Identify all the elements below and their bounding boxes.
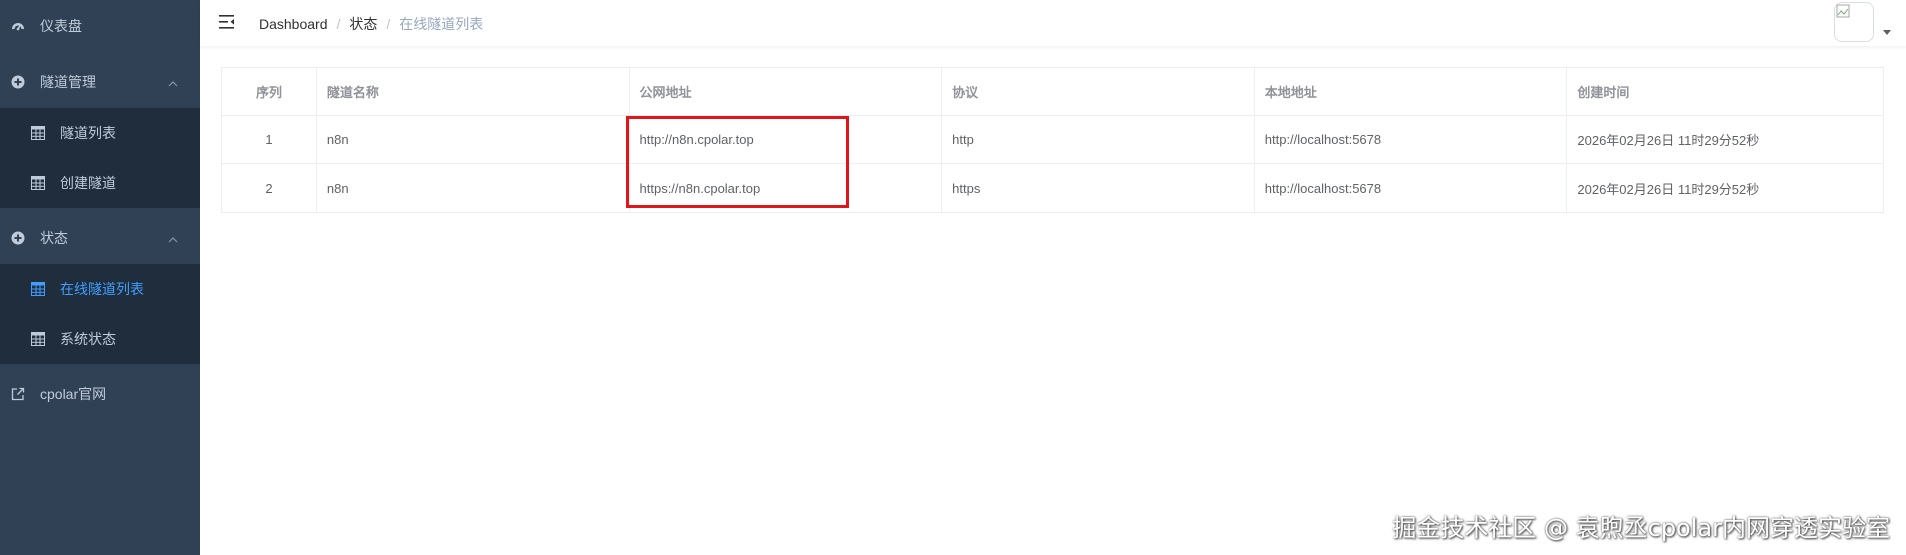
sidebar-item-label: cpolar官网 <box>40 386 107 402</box>
submenu-status: 在线隧道列表 系统状态 <box>0 264 200 364</box>
table-cell-created-time: 2026年02月26日 11时29分52秒 <box>1577 133 1760 148</box>
table-cell-protocol: http <box>942 116 1255 163</box>
column-header: 公网地址 <box>630 68 943 115</box>
chevron-up-icon <box>168 230 178 246</box>
breadcrumb-separator: / <box>336 16 341 32</box>
external-link-icon <box>11 387 25 401</box>
table-cell-name: n8n <box>317 164 630 212</box>
navbar: Dashboard / 状态 / 在线隧道列表 <box>200 0 1906 46</box>
column-header: 序列 <box>222 68 317 115</box>
column-header: 创建时间 <box>1577 85 1630 100</box>
caret-down-icon[interactable] <box>1883 30 1891 35</box>
sidebar-item-system-status[interactable]: 系统状态 <box>0 314 200 364</box>
sidebar-item-online-tunnels[interactable]: 在线隧道列表 <box>0 264 200 314</box>
table-icon <box>31 176 45 190</box>
sidebar-item-label: 在线隧道列表 <box>60 281 144 297</box>
sidebar-item-create-tunnel[interactable]: 创建隧道 <box>0 158 200 208</box>
breadcrumb-item-status[interactable]: 状态 <box>349 14 377 34</box>
column-header: 隧道名称 <box>317 68 630 115</box>
breadcrumb: Dashboard / 状态 / 在线隧道列表 <box>259 14 483 34</box>
annotation-highlight-box <box>626 116 849 208</box>
sidebar-item-label: 仪表盘 <box>40 18 82 34</box>
avatar[interactable] <box>1834 2 1874 42</box>
sidebar-item-dashboard[interactable]: 仪表盘 <box>0 0 200 52</box>
column-header: 协议 <box>942 68 1255 115</box>
sidebar-item-label: 状态 <box>40 230 68 246</box>
sidebar-item-tunnel-management[interactable]: 隧道管理 <box>0 56 200 108</box>
submenu-tunnel-management: 隧道列表 创建隧道 <box>0 108 200 208</box>
column-header: 本地地址 <box>1255 68 1568 115</box>
table-cell-created-time: 2026年02月26日 11时29分52秒 <box>1577 181 1760 197</box>
breadcrumb-separator: / <box>386 16 391 32</box>
dashboard-icon <box>11 19 25 33</box>
table-cell-index: 2 <box>222 164 317 212</box>
table-cell-local-address: http://localhost:5678 <box>1255 116 1568 163</box>
breadcrumb-item-dashboard[interactable]: Dashboard <box>259 16 328 32</box>
sidebar-item-label: 隧道列表 <box>60 125 116 141</box>
watermark: 掘金技术社区 @ 袁煦丞cpolar内网穿透实验室 <box>1392 514 1890 542</box>
broken-image-icon <box>1836 4 1850 18</box>
sidebar-item-label: 系统状态 <box>60 331 116 347</box>
plus-circle-icon <box>11 75 25 89</box>
hamburger-menu-icon[interactable] <box>218 13 236 31</box>
table-icon <box>31 332 45 346</box>
plus-circle-icon <box>11 231 25 245</box>
main-content: Dashboard / 状态 / 在线隧道列表 序列 隧道名称 公网地址 协议 … <box>200 0 1906 555</box>
online-tunnels-table: 序列 隧道名称 公网地址 协议 本地地址 创建时间 1 n8n http://n… <box>221 67 1884 213</box>
table-header-row: 序列 隧道名称 公网地址 协议 本地地址 创建时间 <box>222 68 1883 116</box>
sidebar-item-tunnel-list[interactable]: 隧道列表 <box>0 108 200 158</box>
sidebar-item-label: 创建隧道 <box>60 175 116 191</box>
table-cell-name: n8n <box>317 116 630 163</box>
sidebar-item-cpolar-website[interactable]: cpolar官网 <box>0 368 200 420</box>
table-cell-index: 1 <box>222 116 317 163</box>
sidebar: 仪表盘 隧道管理 隧道列表 创建隧道 状态 在线隧道列表 系统状态 cpolar… <box>0 0 200 555</box>
chevron-up-icon <box>168 74 178 90</box>
table-cell-local-address: http://localhost:5678 <box>1255 164 1568 212</box>
breadcrumb-item-current: 在线隧道列表 <box>399 16 484 32</box>
table-row: 1 n8n http://n8n.cpolar.top http http://… <box>222 116 1883 164</box>
table-cell-protocol: https <box>942 164 1255 212</box>
sidebar-item-label: 隧道管理 <box>40 74 96 90</box>
table-row: 2 n8n https://n8n.cpolar.top https http:… <box>222 164 1883 212</box>
sidebar-item-status[interactable]: 状态 <box>0 212 200 264</box>
table-icon <box>31 282 45 296</box>
table-icon <box>31 126 45 140</box>
